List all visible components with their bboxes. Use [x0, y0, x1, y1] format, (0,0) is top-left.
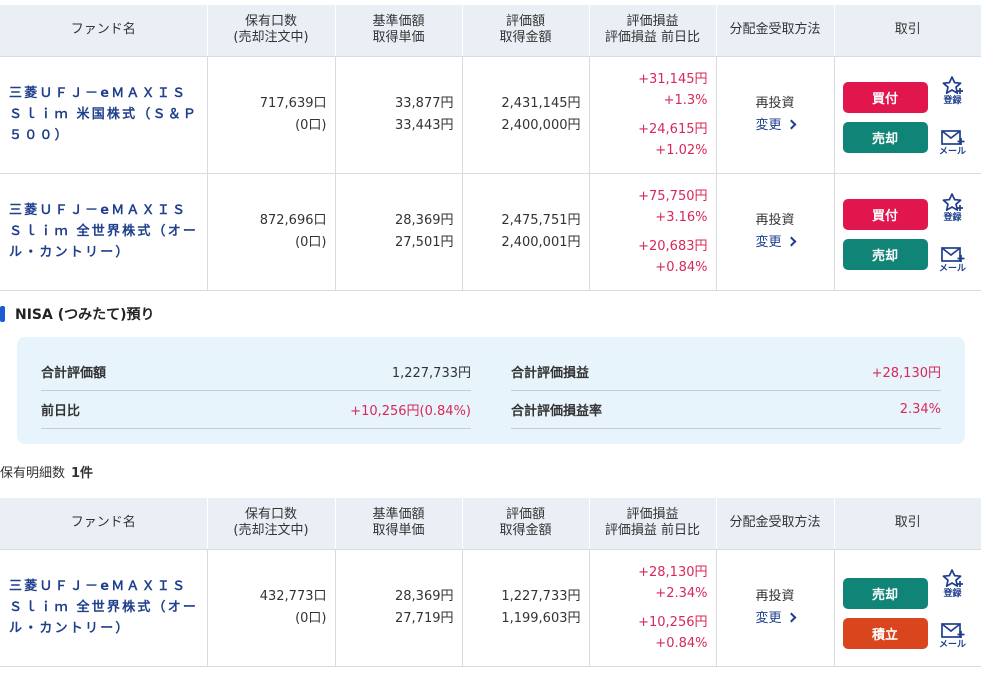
chevron-right-icon — [786, 119, 796, 129]
table-header: ファンド名 保有口数 (売却注文中) 基準価額 取得単価 評価額 取得金額 評価損益評… — [0, 5, 981, 57]
change-link[interactable]: 変更 — [717, 232, 834, 254]
units-cell: 717,639口 (0口) — [207, 56, 336, 174]
summary-pl-rate: 合計評価損益率 2.34% — [511, 391, 941, 429]
price-cell: 33,877円 33,443円 — [335, 56, 463, 174]
summary-total-pl: 合計評価損益 +28,130円 — [511, 353, 941, 391]
col-pl: 評価損益 評価損益 前日比 — [589, 498, 717, 550]
sell-button[interactable]: 売却 — [842, 121, 928, 153]
mail-plus-icon — [940, 622, 964, 638]
holdings-count: 保有明細数 1件 — [0, 466, 94, 481]
col-units: 保有口数 (売却注文中) — [207, 5, 336, 57]
value-cell: 1,227,733円 1,199,603円 — [462, 549, 590, 667]
holdings-table-1: ファンド名 保有口数 (売却注文中) 基準価額 取得単価 評価額 取得金額 評価損益評… — [0, 5, 981, 291]
buy-button[interactable]: 買付 — [842, 198, 928, 230]
register-button[interactable]: 登録 — [938, 75, 968, 106]
col-fund-name: ファンド名 — [0, 498, 208, 550]
col-trade: 取引 — [834, 5, 981, 57]
col-trade: 取引 — [834, 498, 981, 550]
pl-cell: +75,750円 +3.16% +20,683円 +0.84% — [589, 173, 717, 291]
summary-day-change: 前日比 +10,256円(0.84%) — [41, 391, 471, 429]
sell-button[interactable]: 売却 — [842, 577, 928, 609]
holdings-table-nisa: ファンド名 保有口数 (売却注文中) 基準価額 取得単価 評価額 取得金額 評価損益評… — [0, 498, 981, 667]
summary-total-value: 合計評価額 1,227,733円 — [41, 353, 471, 391]
table-row: 三菱ＵＦＪ－eＭＡＸＩＳ Ｓｌｉｍ 米国株式（Ｓ＆Ｐ ５００） 717,639口… — [0, 56, 981, 174]
trade-cell: 買付 売却 登録 メール — [834, 173, 981, 291]
price-cell: 28,369円 27,719円 — [335, 549, 463, 667]
units-cell: 432,773口 (0口) — [207, 549, 336, 667]
col-fund-name: ファンド名 — [0, 5, 208, 57]
accumulate-button[interactable]: 積立 — [842, 617, 928, 649]
distribution-cell: 再投資 変更 — [716, 56, 835, 174]
distribution-method: 再投資 — [755, 95, 795, 111]
star-plus-icon — [942, 75, 963, 94]
sell-button[interactable]: 売却 — [842, 238, 928, 270]
register-button[interactable]: 登録 — [938, 192, 968, 223]
table-header: ファンド名 保有口数 (売却注文中) 基準価額 取得単価 評価額 取得金額 評価損益評… — [0, 498, 981, 550]
price-cell: 28,369円 27,501円 — [335, 173, 463, 291]
section-marker — [0, 306, 5, 322]
fund-name[interactable]: 三菱ＵＦＪ－eＭＡＸＩＳ Ｓｌｉｍ 米国株式（Ｓ＆Ｐ ５００） — [0, 56, 208, 174]
section-title-nisa: NISA (つみたて)預り — [0, 302, 155, 326]
distribution-cell: 再投資 変更 — [716, 549, 835, 667]
mail-button[interactable]: メール — [938, 128, 968, 157]
distribution-method: 再投資 — [755, 212, 795, 228]
col-distribution: 分配金受取方法 — [716, 5, 835, 57]
value-cell: 2,431,145円 2,400,000円 — [462, 56, 590, 174]
register-button[interactable]: 登録 — [938, 568, 968, 599]
value-cell: 2,475,751円 2,400,001円 — [462, 173, 590, 291]
pl-cell: +28,130円 +2.34% +10,256円 +0.84% — [589, 549, 717, 667]
nisa-summary-panel: 合計評価額 1,227,733円 合計評価損益 +28,130円 前日比 +10… — [17, 337, 965, 444]
chevron-right-icon — [786, 612, 796, 622]
fund-name[interactable]: 三菱ＵＦＪ－eＭＡＸＩＳ Ｓｌｉｍ 全世界株式（オー ル・カントリー） — [0, 173, 208, 291]
table-row: 三菱ＵＦＪ－eＭＡＸＩＳ Ｓｌｉｍ 全世界株式（オー ル・カントリー） 432,… — [0, 549, 981, 667]
trade-cell: 売却 積立 登録 メール — [834, 549, 981, 667]
mail-plus-icon — [940, 246, 964, 262]
col-units: 保有口数 (売却注文中) — [207, 498, 336, 550]
col-pl: 評価損益 評価損益 前日比 — [589, 5, 717, 57]
star-plus-icon — [942, 192, 963, 211]
fund-name[interactable]: 三菱ＵＦＪ－eＭＡＸＩＳ Ｓｌｉｍ 全世界株式（オー ル・カントリー） — [0, 549, 208, 667]
col-distribution: 分配金受取方法 — [716, 498, 835, 550]
pl-cell: +31,145円 +1.3% +24,615円 +1.02% — [589, 56, 717, 174]
trade-cell: 買付 売却 登録 メール — [834, 56, 981, 174]
buy-button[interactable]: 買付 — [842, 81, 928, 113]
distribution-cell: 再投資 変更 — [716, 173, 835, 291]
chevron-right-icon — [786, 236, 796, 246]
mail-button[interactable]: メール — [938, 245, 968, 274]
mail-button[interactable]: メール — [938, 621, 968, 650]
col-value: 評価額 取得金額 — [462, 498, 590, 550]
change-link[interactable]: 変更 — [717, 115, 834, 137]
mail-plus-icon — [940, 129, 964, 145]
star-plus-icon — [942, 568, 963, 587]
units-cell: 872,696口 (0口) — [207, 173, 336, 291]
col-price: 基準価額 取得単価 — [335, 5, 463, 57]
col-price: 基準価額 取得単価 — [335, 498, 463, 550]
table-row: 三菱ＵＦＪ－eＭＡＸＩＳ Ｓｌｉｍ 全世界株式（オー ル・カントリー） 872,… — [0, 173, 981, 291]
distribution-method: 再投資 — [755, 588, 795, 604]
col-value: 評価額 取得金額 — [462, 5, 590, 57]
change-link[interactable]: 変更 — [717, 608, 834, 630]
